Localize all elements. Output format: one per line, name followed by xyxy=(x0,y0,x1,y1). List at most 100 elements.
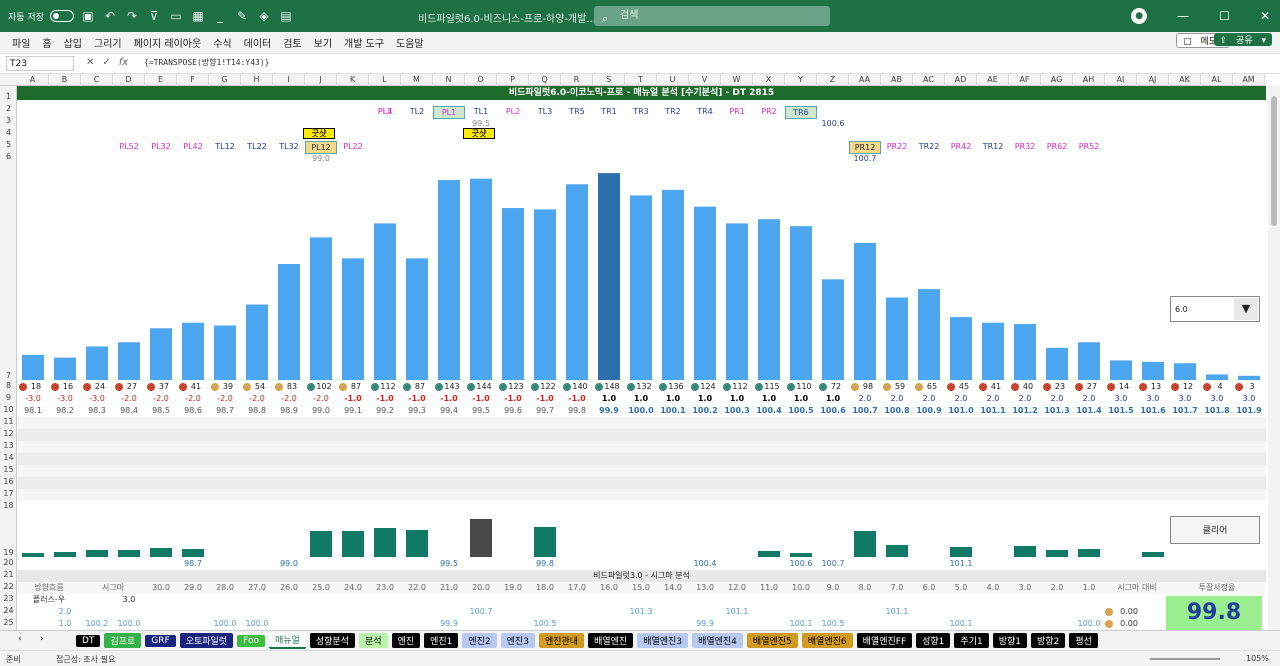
column-header[interactable]: G xyxy=(209,74,241,86)
sheet-tab[interactable]: 배열엔진4 xyxy=(692,633,743,648)
menu-item[interactable]: 보기 xyxy=(308,35,338,50)
row-header[interactable]: 16 xyxy=(0,477,17,486)
column-header[interactable]: A xyxy=(17,74,49,86)
sheet-tab[interactable]: 엔진2 xyxy=(462,633,497,648)
chart-icon[interactable]: ▤ xyxy=(278,8,294,24)
column-header[interactable]: AC xyxy=(913,74,945,86)
column-header[interactable]: K xyxy=(337,74,369,86)
menu-item[interactable]: 개발 도구 xyxy=(338,35,390,50)
sheet-tab[interactable]: 엔진3 xyxy=(500,633,535,648)
row-header[interactable]: 12 xyxy=(0,429,17,438)
column-header[interactable]: AB xyxy=(881,74,913,86)
sheet-tab[interactable]: 평선 xyxy=(1069,633,1098,648)
avatar[interactable]: ● xyxy=(1131,8,1148,24)
column-header[interactable]: I xyxy=(273,74,305,86)
search-box[interactable]: ⌕ 검색 xyxy=(594,6,830,26)
sheet-tab[interactable]: 오토파일럿 xyxy=(179,633,234,648)
column-header[interactable]: P xyxy=(497,74,529,86)
cancel-icon[interactable]: ✕ xyxy=(86,57,94,68)
column-header[interactable]: Z xyxy=(817,74,849,86)
sheet-tab[interactable]: 배열엔진FF xyxy=(856,633,913,648)
column-header[interactable]: AL xyxy=(1201,74,1233,86)
sheet-tab[interactable]: 방향2 xyxy=(1031,633,1066,648)
format-icon[interactable]: ▭ xyxy=(168,8,184,24)
maximize-icon[interactable]: ☐ xyxy=(1219,9,1230,23)
column-header[interactable]: F xyxy=(177,74,209,86)
menu-item[interactable]: 도움말 xyxy=(390,35,430,50)
column-header[interactable]: AE xyxy=(977,74,1009,86)
column-header[interactable]: X xyxy=(753,74,785,86)
fill-icon[interactable]: ◈ xyxy=(256,8,272,24)
menu-item[interactable]: 검토 xyxy=(277,35,307,50)
confirm-icon[interactable]: ✓ xyxy=(102,57,110,68)
scroll-thumb[interactable] xyxy=(1271,96,1277,226)
row-header[interactable]: 5 xyxy=(0,140,17,149)
menu-item[interactable]: 수식 xyxy=(207,35,237,50)
filter-icon[interactable]: ⊽ xyxy=(146,8,162,24)
row-header[interactable]: 24 xyxy=(0,606,17,615)
column-header[interactable]: J xyxy=(305,74,337,86)
row-header[interactable]: 18 xyxy=(0,501,17,510)
sheet-tab[interactable]: 김프로 xyxy=(104,633,142,648)
column-header[interactable]: AD xyxy=(945,74,977,86)
value-dropdown[interactable]: 6.0 ▼ xyxy=(1170,296,1260,322)
pen-icon[interactable]: ✎ xyxy=(234,8,250,24)
chevron-down-icon[interactable]: ▼ xyxy=(1234,298,1258,320)
sheet-tab[interactable]: GRF xyxy=(145,634,176,647)
column-header[interactable]: N xyxy=(433,74,465,86)
row-header[interactable]: 25 xyxy=(0,618,17,627)
sheet-tab[interactable]: 성향1 xyxy=(916,633,951,648)
border-icon[interactable]: ▦ xyxy=(190,8,206,24)
column-header[interactable]: AA xyxy=(849,74,881,86)
menu-item[interactable]: 그리기 xyxy=(88,35,128,50)
sheet-tab[interactable]: 주기1 xyxy=(954,633,989,648)
row-header[interactable]: 11 xyxy=(0,417,17,426)
minimize-icon[interactable]: — xyxy=(1177,9,1189,23)
column-header[interactable]: B xyxy=(49,74,81,86)
row-header[interactable]: 13 xyxy=(0,441,17,450)
worksheet-grid[interactable]: 비드파일럿6.0-이코노믹-프로 - 매뉴얼 분석 [수기분석] - DT 28… xyxy=(17,86,1266,630)
name-box[interactable]: T23 xyxy=(6,56,74,71)
autosave-toggle[interactable] xyxy=(49,10,74,22)
sheet-tab[interactable]: 방향1 xyxy=(992,633,1028,648)
column-header[interactable]: W xyxy=(721,74,753,86)
column-header[interactable]: S xyxy=(593,74,625,86)
column-header[interactable]: AF xyxy=(1009,74,1041,86)
column-header[interactable]: E xyxy=(145,74,177,86)
menu-item[interactable]: 페이지 레이아웃 xyxy=(128,35,208,50)
column-header[interactable]: V xyxy=(689,74,721,86)
column-header[interactable]: O xyxy=(465,74,497,86)
column-header[interactable]: AM xyxy=(1233,74,1265,86)
formula-input[interactable]: {=TRANSPOSE(방향1!T14:Y43)} xyxy=(144,57,270,68)
tab-next-icon[interactable]: › xyxy=(40,634,44,644)
column-header[interactable]: H xyxy=(241,74,273,86)
close-icon[interactable]: ✕ xyxy=(1260,9,1270,23)
column-header[interactable]: AK xyxy=(1169,74,1201,86)
row-header[interactable]: 9 xyxy=(0,393,17,402)
sheet-tab[interactable]: 배열엔진6 xyxy=(801,633,853,648)
sheet-tab[interactable]: 배열엔진3 xyxy=(637,633,689,648)
column-header[interactable]: C xyxy=(81,74,113,86)
row-header[interactable]: 7 xyxy=(0,371,17,380)
row-header[interactable]: 19 xyxy=(0,548,17,557)
column-header[interactable]: R xyxy=(561,74,593,86)
menu-item[interactable]: 데이터 xyxy=(238,35,278,50)
row-header[interactable]: 8 xyxy=(0,381,17,390)
column-header[interactable]: T xyxy=(625,74,657,86)
row-header[interactable]: 3 xyxy=(0,116,17,125)
row-header[interactable]: 2 xyxy=(0,104,17,113)
redo-icon[interactable]: ↷ xyxy=(124,8,140,24)
menu-item[interactable]: 홈 xyxy=(36,35,57,50)
sheet-tab[interactable]: 엔진1 xyxy=(424,633,459,648)
row-header[interactable]: 10 xyxy=(0,405,17,414)
sheet-tab[interactable]: 분석 xyxy=(358,633,388,648)
zoom-slider[interactable] xyxy=(1150,658,1220,660)
row-header[interactable]: 14 xyxy=(0,453,17,462)
column-header[interactable]: Y xyxy=(785,74,817,86)
vertical-scrollbar[interactable] xyxy=(1268,86,1280,630)
sheet-tab[interactable]: Foo xyxy=(237,634,265,647)
tab-prev-icon[interactable]: ‹ xyxy=(18,634,22,644)
row-header[interactable]: 21 xyxy=(0,570,17,579)
undo-icon[interactable]: ↶ xyxy=(102,8,118,24)
menu-item[interactable]: 삽입 xyxy=(58,35,88,50)
